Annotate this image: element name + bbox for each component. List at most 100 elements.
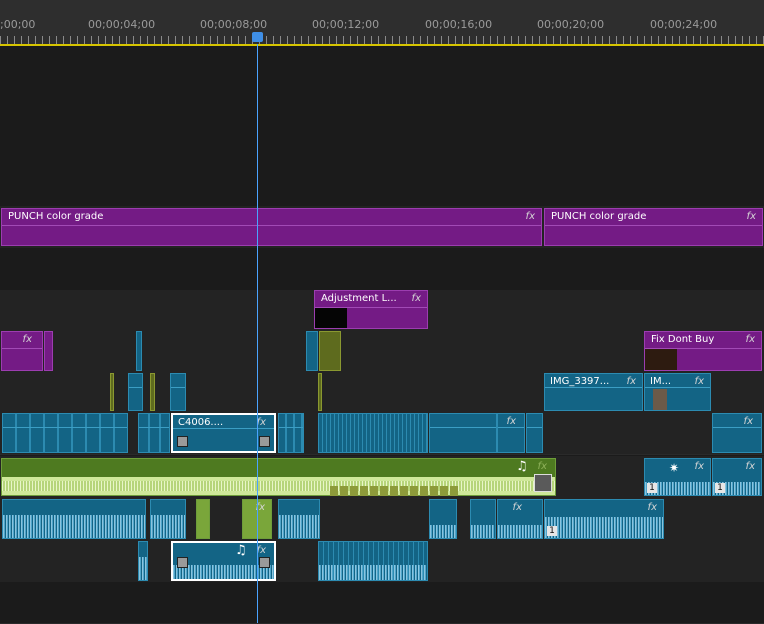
clip-title: IMG_3397... — [550, 376, 610, 387]
img-3397-clip[interactable]: IMG_3397... fx — [544, 373, 643, 411]
video-clip[interactable] — [170, 373, 186, 411]
channel-badge: 1 — [547, 526, 557, 536]
clip-thumbnail — [645, 349, 677, 370]
audio-waveform — [151, 515, 185, 538]
track-a2: fx fx fx 1 — [0, 498, 764, 541]
video-clip[interactable] — [150, 373, 155, 411]
video-clip[interactable] — [136, 331, 142, 371]
clip-divider — [645, 387, 710, 388]
punch-color-grade-clip[interactable]: PUNCH color grade fx — [1, 208, 542, 246]
timeline-ruler[interactable]: ;00;00 00;00;04;00 00;00;08;00 00;00;12;… — [0, 0, 764, 46]
sparkle-icon: ✷ — [669, 461, 680, 475]
audio-clip[interactable]: fx 1 — [712, 458, 762, 496]
c4006-clip[interactable]: C4006.... fx — [171, 413, 276, 453]
audio-waveform — [545, 517, 663, 538]
adjustment-layer-clip[interactable]: Adjustment L... fx — [314, 290, 428, 329]
video-clip-group[interactable] — [138, 413, 170, 453]
effect-clip[interactable]: fx — [1, 331, 43, 371]
effect-clip[interactable] — [44, 331, 53, 371]
clip-divider — [279, 427, 303, 428]
empty-track — [0, 582, 764, 624]
clip-thumbnail — [653, 389, 667, 410]
audio-waveform — [139, 557, 147, 580]
video-clip[interactable] — [110, 373, 114, 411]
fx-icon[interactable]: fx — [695, 376, 704, 387]
fx-icon[interactable]: fx — [695, 461, 704, 472]
video-clip-group[interactable] — [318, 413, 428, 453]
fx-icon[interactable]: fx — [507, 416, 516, 427]
track-adjustment-layer: Adjustment L... fx — [0, 290, 764, 331]
playhead-handle[interactable] — [252, 32, 263, 42]
track-v4: fx Fix Dont Buy fx — [0, 330, 764, 373]
fx-icon[interactable]: fx — [744, 416, 753, 427]
trim-handle-right[interactable] — [259, 436, 270, 447]
audio-clip[interactable]: fx 1 — [544, 499, 664, 539]
timecode-label: ;00;00 — [0, 18, 36, 31]
audio-waveform — [3, 515, 145, 538]
fx-icon[interactable]: fx — [526, 211, 535, 222]
music-clip[interactable]: ♫ fx — [1, 458, 556, 496]
clip-divider — [430, 427, 496, 428]
clip-divider — [2, 225, 541, 226]
track-v2: C4006.... fx fx fx — [0, 412, 764, 455]
fx-icon[interactable]: fx — [23, 334, 32, 345]
timecode-label: 00;00;12;00 — [312, 18, 380, 31]
punch-color-grade-clip[interactable]: PUNCH color grade fx — [544, 208, 763, 246]
fx-icon[interactable]: fx — [746, 461, 755, 472]
video-clip[interactable] — [429, 413, 497, 453]
fx-icon[interactable]: fx — [648, 502, 657, 513]
clip-divider — [545, 387, 642, 388]
clip-title: IM... — [650, 376, 672, 387]
audio-clip[interactable] — [196, 499, 210, 539]
audio-clip[interactable] — [470, 499, 496, 539]
video-clip[interactable] — [319, 331, 341, 371]
playhead-line[interactable] — [257, 44, 258, 623]
timecode-label: 00;00;04;00 — [88, 18, 156, 31]
video-clip[interactable] — [128, 373, 143, 411]
music-note-icon: ♫ — [516, 459, 528, 474]
trim-handle-right[interactable] — [259, 557, 270, 568]
video-clip[interactable]: fx — [712, 413, 762, 453]
audio-clip[interactable] — [138, 541, 148, 581]
fx-icon[interactable]: fx — [746, 334, 755, 345]
audio-clip-group[interactable] — [278, 499, 320, 539]
selected-audio-clip[interactable]: ♫ fx — [171, 541, 276, 581]
fx-icon[interactable]: fx — [627, 376, 636, 387]
clip-divider — [545, 225, 762, 226]
empty-track — [0, 248, 764, 291]
clip-end-handle[interactable] — [534, 474, 552, 492]
audio-clip[interactable] — [429, 499, 457, 539]
audio-waveform — [498, 524, 542, 538]
audio-waveform — [319, 564, 427, 580]
audio-waveform — [430, 524, 456, 538]
clip-title: PUNCH color grade — [8, 211, 104, 222]
video-clip-group[interactable] — [278, 413, 304, 453]
music-note-icon: ♫ — [235, 543, 247, 558]
video-clip[interactable] — [526, 413, 543, 453]
video-clip-group[interactable] — [2, 413, 128, 453]
img-clip[interactable]: IM... fx — [644, 373, 711, 411]
video-clip[interactable] — [306, 331, 318, 371]
video-clip[interactable] — [318, 373, 322, 411]
audio-clip[interactable]: fx — [497, 499, 543, 539]
video-clip[interactable]: fx — [497, 413, 525, 453]
clip-title: Adjustment L... — [321, 293, 397, 304]
fx-icon[interactable]: fx — [538, 461, 547, 472]
fx-icon[interactable]: fx — [513, 502, 522, 513]
clip-divider — [527, 427, 542, 428]
keyframe-markers[interactable] — [330, 486, 460, 496]
audio-clip[interactable]: ✷ fx 1 — [644, 458, 711, 496]
fx-icon[interactable]: fx — [412, 293, 421, 304]
audio-clip-group[interactable] — [150, 499, 186, 539]
trim-handle-left[interactable] — [177, 557, 188, 568]
clip-title: Fix Dont Buy — [651, 334, 715, 345]
audio-waveform — [471, 524, 495, 538]
fx-icon[interactable]: fx — [747, 211, 756, 222]
fix-dont-buy-clip[interactable]: Fix Dont Buy fx — [644, 331, 762, 371]
track-a3: ♫ fx — [0, 540, 764, 583]
audio-clip-group[interactable] — [2, 499, 146, 539]
trim-handle-left[interactable] — [177, 436, 188, 447]
channel-badge: 1 — [647, 483, 657, 493]
clip-thumbnail — [315, 308, 347, 328]
audio-clip-group[interactable] — [318, 541, 428, 581]
